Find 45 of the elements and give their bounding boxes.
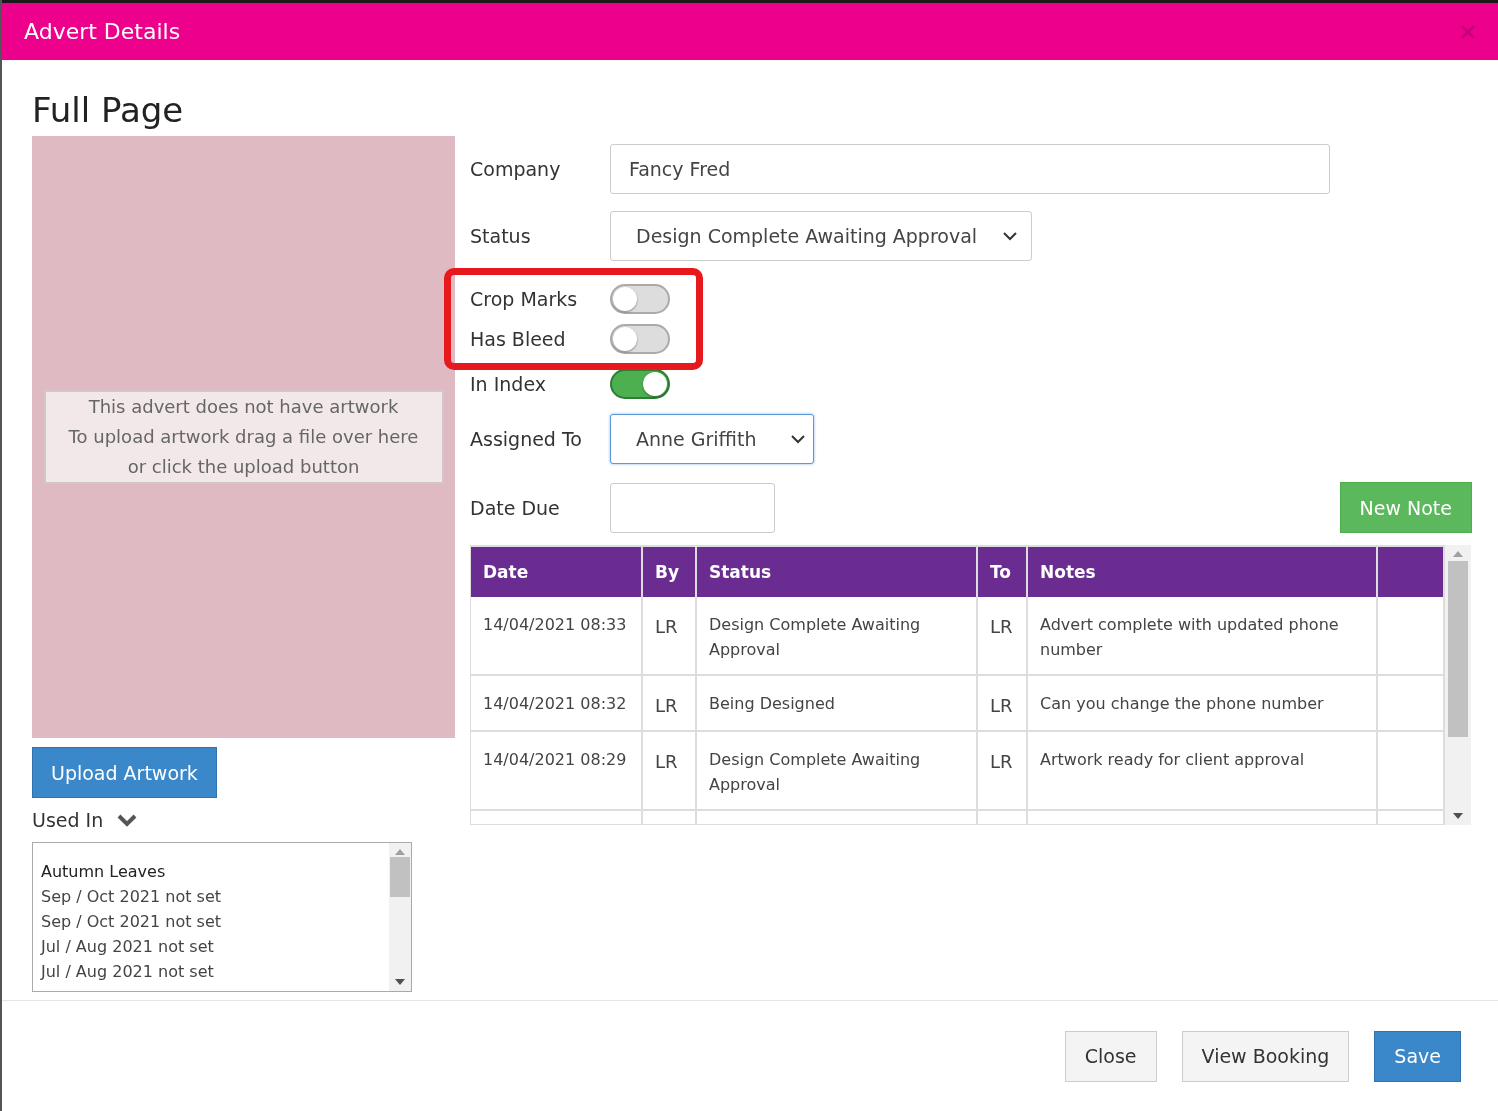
column-header[interactable]: Date [471,546,642,598]
column-header[interactable]: By [642,546,696,598]
list-item[interactable]: Jul / Aug 2021 not set [41,934,389,960]
table-cell: Being Designed [696,675,977,732]
field-label: Assigned To [470,428,583,451]
field-label: Status [470,225,532,248]
status-select[interactable]: Design Complete Awaiting Approval [610,211,1032,262]
table-cell: LR [977,731,1027,811]
artwork-message: This advert does not have artwork To upload artwork drag a file over here or click the upload button [43,390,444,485]
field-label: Date Due [470,496,561,519]
dialog-title: Advert Details [24,19,181,45]
field-label: Company [470,158,562,181]
upload-button[interactable]: Upload Artwork [32,747,217,799]
table-cell: Artwork ready for client approval [1027,731,1377,811]
column-header[interactable]: Status [696,546,977,598]
save-button[interactable]: Save [1374,1030,1461,1082]
table-cell: 14/04/2021 08:32 [471,675,642,732]
list-item[interactable]: Sep / Oct 2021 not set [41,909,389,935]
used-in-list[interactable]: Autumn Leaves Sep / Oct 2021 not set Sep / Oct 2021 not set Jul / Aug 2021 not set Jul / Aug 2021 not set [32,842,412,993]
table-cell: LR [977,675,1027,732]
table-cell: LR [642,597,696,676]
toggle-label: Has Bleed [470,328,567,351]
table-cell: Design Complete Awaiting Approval [696,597,977,676]
toggle-label: In Index [470,373,547,396]
table-cell: LR [642,731,696,811]
company-field[interactable]: Fancy Fred [610,144,1330,195]
footer-button[interactable]: Close [1064,1030,1157,1082]
assigned-to-select[interactable]: Anne Griffith [610,414,814,465]
table-cell: Design Complete Awaiting Approval [696,731,977,811]
table-cell: LR [642,675,696,732]
toggle-label: Crop Marks [470,288,579,311]
table-cell: 14/04/2021 08:33 [471,597,642,676]
list-item[interactable]: Jul / Aug 2021 not set [41,959,389,985]
footer-button[interactable]: View Booking [1181,1030,1350,1082]
artwork-dropzone[interactable]: This advert does not have artwork To upload artwork drag a file over here or click the upload button [32,136,455,739]
list-heading: Autumn Leaves [41,861,167,884]
table-cell: Can you change the phone number [1027,675,1377,732]
table-cell: Advert complete with updated phone number [1027,597,1377,676]
advert-heading: Full Page [32,90,185,131]
used-in-label: Used In [32,809,104,832]
list-item[interactable]: Sep / Oct 2021 not set [41,884,389,910]
table-cell: 14/04/2021 08:29 [471,731,642,811]
column-header[interactable]: Notes [1027,546,1377,598]
column-header[interactable]: To [977,546,1027,598]
table-cell: LR [977,597,1027,676]
